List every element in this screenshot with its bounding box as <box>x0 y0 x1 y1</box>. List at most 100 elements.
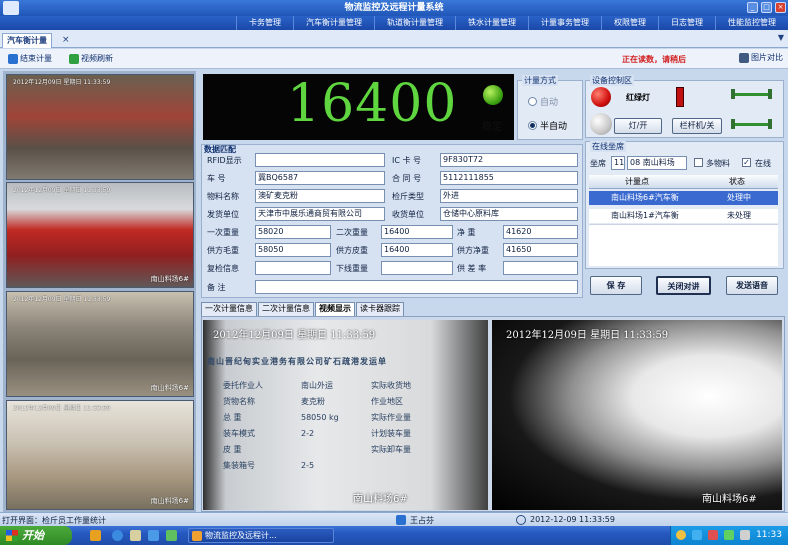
rfid-label: RFID显示 <box>207 156 242 165</box>
taskbar-app-button[interactable]: 物流监控及远程计... <box>188 528 334 543</box>
volume-icon[interactable] <box>740 530 750 540</box>
seat-name-field[interactable]: 08 南山料场 <box>627 156 687 170</box>
contract-field[interactable]: 5112111855 <box>440 171 578 185</box>
net-weight-field[interactable]: 41620 <box>503 225 578 239</box>
gate-toggle-button[interactable]: 栏杆机/关 <box>672 118 722 134</box>
close-icon[interactable]: × <box>775 2 786 13</box>
gate-down-icon <box>732 123 770 126</box>
online-checkbox[interactable]: ✓ <box>742 158 751 167</box>
unload-weight-label: 下线重量 <box>336 264 368 273</box>
form-title: 数据匹配 <box>204 145 236 154</box>
minimize-icon[interactable]: _ <box>747 2 758 13</box>
seat-list-row-2[interactable]: 南山料场1#汽车衡 未处理 <box>589 209 778 223</box>
picture-compare-button[interactable]: 图片对比 <box>739 52 783 63</box>
quicklaunch-folder-icon[interactable] <box>130 530 141 541</box>
tray-icon-3[interactable] <box>708 530 718 540</box>
tab-first-weighing[interactable]: 一次计量信息 <box>201 302 257 316</box>
seat-list-row-1[interactable]: 南山料场6#汽车衡 处理中 <box>589 191 778 205</box>
menu-affairs[interactable]: 计量事务管理 <box>528 16 601 30</box>
menu-rail-scale[interactable]: 轨道衡计量管理 <box>374 16 455 30</box>
status-time: 2012-12-09 11:33:59 <box>530 515 615 524</box>
sender-label: 发货单位 <box>207 210 239 219</box>
plate-field[interactable]: 冀BQ6587 <box>255 171 385 185</box>
ticket-table: 委托作业人 南山外运 实际收货地 货物名称 麦克粉 作业地区 总 重 58050 kg 实际… <box>223 381 411 470</box>
windows-logo-icon <box>6 530 18 541</box>
ticket-head: 南山晋纪甸实业港务有限公司矿石疏港发运单 <box>207 357 387 366</box>
device-control-group: 设备控制区 红绿灯 灯/开 栏杆机/关 <box>585 75 784 138</box>
quicklaunch-icon-1[interactable] <box>90 530 101 541</box>
status-open-screen: 打开界面：检斤员工作量统计 <box>2 516 106 525</box>
second-weight-field[interactable]: 16400 <box>381 225 453 239</box>
camera-view-3: 2012年12月09日 星期日 11:33:59 南山料场6# <box>6 291 194 397</box>
window-title: 物流监控及远程计量系统 <box>344 3 444 13</box>
gate-up-icon <box>732 93 770 96</box>
first-weight-field[interactable]: 58020 <box>255 225 331 239</box>
tray-icon-2[interactable] <box>692 530 702 540</box>
col-point: 计量点 <box>625 177 649 186</box>
weight-value: 16400 <box>287 74 458 134</box>
multi-material-checkbox[interactable] <box>694 158 703 167</box>
refresh-icon <box>69 53 79 64</box>
mode-semi-radio[interactable]: 半自动 <box>528 119 567 132</box>
inspection-type-field[interactable]: 外进 <box>440 189 578 203</box>
close-talk-button[interactable]: 关闭对讲 <box>656 276 711 295</box>
tab-card-reader[interactable]: 读卡器跟踪 <box>356 302 404 316</box>
quicklaunch-ie-icon[interactable] <box>112 530 123 541</box>
rfid-field[interactable] <box>255 153 385 167</box>
supplier-gross-field[interactable]: 58050 <box>255 243 331 257</box>
remark-field[interactable] <box>255 280 578 294</box>
recheck-label: 复检信息 <box>207 264 239 273</box>
tray-icon-1[interactable] <box>676 530 686 540</box>
menu-card[interactable]: 卡务管理 <box>236 16 293 30</box>
tab-video-display[interactable]: 视频显示 <box>315 302 355 316</box>
seat-number-field[interactable]: 11 <box>611 156 625 170</box>
recheck-field[interactable] <box>255 261 331 275</box>
receiver-field[interactable]: 仓储中心原料库 <box>440 207 578 221</box>
end-weighing-button[interactable]: 结束计量 <box>8 53 52 64</box>
tray-icon-4[interactable] <box>724 530 734 540</box>
compare-icon <box>739 52 749 63</box>
sender-field[interactable]: 天津市中展乐通商贸有限公司 <box>255 207 385 221</box>
red-light-icon <box>591 87 611 107</box>
receiver-label: 收货单位 <box>392 210 424 219</box>
taskbar-clock: 11:33 <box>756 530 782 540</box>
supplier-tare-field[interactable]: 16400 <box>381 243 453 257</box>
supplier-gross-label: 供方毛重 <box>207 246 239 255</box>
mode-title: 计量方式 <box>522 75 558 86</box>
clock-icon <box>516 515 526 525</box>
supplier-net-field[interactable]: 41650 <box>503 243 578 257</box>
tab-truck-weighing[interactable]: 汽车衡计量 <box>2 33 52 48</box>
supplier-tare-label: 供方皮重 <box>336 246 368 255</box>
stable-label: 稳定 <box>482 122 502 133</box>
camera-view-1: 2012年12月09日 星期日 11:33:59 <box>6 74 194 180</box>
light-toggle-button[interactable]: 灯/开 <box>614 118 662 134</box>
menu-permission[interactable]: 权限管理 <box>601 16 658 30</box>
maximize-icon[interactable]: □ <box>761 2 772 13</box>
unload-weight-field[interactable] <box>381 261 453 275</box>
send-voice-button[interactable]: 发送语音 <box>726 276 778 295</box>
window-controls: _ □ × <box>747 2 786 13</box>
menu-molten-iron[interactable]: 铁水计量管理 <box>455 16 528 30</box>
mode-auto-radio[interactable]: 自动 <box>528 95 558 108</box>
tab-second-weighing[interactable]: 二次计量信息 <box>258 302 314 316</box>
supply-diff-field[interactable] <box>503 261 578 275</box>
camera-view-2: 2012年12月09日 星期日 11:33:59 南山料场6# <box>6 182 194 288</box>
tab-menu-icon[interactable]: ▼ <box>778 33 784 42</box>
ic-field[interactable]: 9F830T72 <box>440 153 578 167</box>
app-logo-icon <box>3 1 19 15</box>
tab-close-icon[interactable]: × <box>62 35 70 45</box>
menu-truck-scale[interactable]: 汽车衡计量管理 <box>293 16 374 30</box>
menu-log[interactable]: 日志管理 <box>658 16 715 30</box>
material-field[interactable]: 澳矿麦克粉 <box>255 189 385 203</box>
menu-performance[interactable]: 性能监控管理 <box>715 16 788 30</box>
traffic-light-label: 红绿灯 <box>626 93 650 102</box>
save-button[interactable]: 保 存 <box>590 276 642 295</box>
quicklaunch-desktop-icon[interactable] <box>148 530 159 541</box>
seat-list-empty <box>589 224 778 266</box>
net-weight-label: 净 重 <box>457 228 476 237</box>
online-title: 在线坐席 <box>590 141 626 152</box>
refresh-video-button[interactable]: 视频刷新 <box>69 53 113 64</box>
quicklaunch-icon-5[interactable] <box>166 530 177 541</box>
end-icon <box>8 53 18 64</box>
material-label: 物料名称 <box>207 192 239 201</box>
